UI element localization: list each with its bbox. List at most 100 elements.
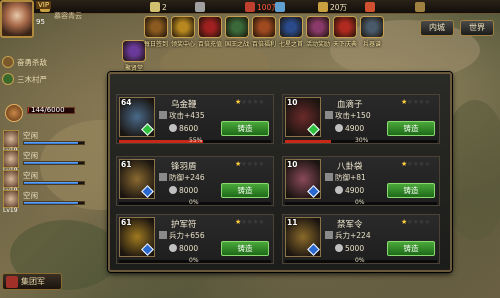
- item-cost: 4900: [335, 186, 364, 195]
- feature-button[interactable]: 七星之首: [277, 16, 305, 52]
- resource-item: [365, 1, 377, 13]
- feature-button[interactable]: 百倍福利: [250, 16, 278, 52]
- troops-text: 144/6000: [31, 106, 65, 114]
- team-bar: [23, 161, 85, 165]
- item-cost: 8000: [169, 244, 198, 253]
- feature-button[interactable]: 每日签到: [142, 16, 170, 52]
- troops-bar: 144/6000: [5, 104, 77, 122]
- forge-button[interactable]: 铸造: [387, 183, 435, 198]
- item-stars: ★★★★★: [401, 218, 430, 226]
- silver-icon: [335, 186, 343, 194]
- feature-button[interactable]: 活动奖励: [304, 16, 332, 52]
- star-icon: ★: [258, 98, 264, 106]
- world-button[interactable]: 世界: [460, 20, 494, 36]
- forge-button[interactable]: 铸造: [387, 121, 435, 136]
- item-level: 64: [121, 98, 132, 107]
- item-cost-value: 8000: [179, 186, 199, 195]
- item-name: 乌金鞭: [171, 100, 197, 110]
- feature-button[interactable]: 天下庆典: [331, 16, 359, 52]
- team-state: 空闲: [23, 131, 38, 140]
- general-portrait: [3, 190, 19, 208]
- team-slot[interactable]: Lv19空闲: [3, 150, 89, 174]
- quest-tracker[interactable]: 奋勇杀敌: [2, 55, 47, 69]
- quest-label: 奋勇杀敌: [17, 57, 47, 67]
- guild-button[interactable]: 集团军: [2, 273, 62, 290]
- item-name: 血滴子: [337, 100, 363, 110]
- tree-tracker[interactable]: 三木村严: [2, 72, 47, 86]
- feature-icon: [279, 16, 303, 38]
- item-stat: 防御+81: [325, 172, 366, 183]
- troops-fill: [28, 108, 30, 113]
- item-level: 11: [287, 218, 298, 227]
- tree-icon: [2, 73, 14, 85]
- item-stars: ★★★★★: [235, 98, 264, 106]
- forge-button[interactable]: 铸造: [221, 121, 269, 136]
- feature-button[interactable]: 领奖中心: [169, 16, 197, 52]
- team-bar-fill: [24, 162, 78, 164]
- item-cost-value: 4900: [345, 124, 365, 133]
- item-stat: 兵力+224: [325, 230, 371, 241]
- item-progress-text: 55%: [189, 137, 203, 144]
- feature-button[interactable]: 百倍充值: [196, 16, 224, 52]
- feature-icon: [306, 16, 330, 38]
- team-bar: [23, 181, 85, 185]
- feature-button[interactable]: 国王之战: [223, 16, 251, 52]
- stat-icon: [325, 231, 333, 239]
- feature-label: 聚贤堂: [124, 65, 143, 72]
- star-icon: ★: [258, 160, 264, 168]
- forge-button[interactable]: 铸造: [387, 241, 435, 256]
- feature-label: 七星之首: [278, 41, 303, 48]
- item-stat-text: 防御+246: [169, 173, 205, 182]
- item-level: 10: [287, 160, 298, 169]
- team-slot[interactable]: Lv19空闲: [3, 190, 89, 214]
- resource-item: 20万: [318, 1, 347, 13]
- item-progress-text: 0%: [355, 257, 365, 264]
- stat-icon: [325, 111, 333, 119]
- feature-icon: [198, 16, 222, 38]
- feature-label: 每日签到: [143, 41, 168, 48]
- item-name: 禁军令: [337, 220, 363, 230]
- item-cost: 4900: [335, 124, 364, 133]
- resource-item: [275, 1, 287, 13]
- item-stat: 攻击+150: [325, 110, 371, 121]
- resource-icon: [318, 2, 328, 12]
- general-portrait: [3, 130, 19, 148]
- feature-label: 活动奖励: [305, 41, 330, 48]
- tree-label: 三木村严: [17, 74, 47, 84]
- item-progress-fill: [285, 140, 331, 143]
- team-state: 空闲: [23, 191, 38, 200]
- resource-item: 100万: [245, 1, 279, 13]
- city-button[interactable]: 内城: [420, 20, 454, 36]
- feature-icon: [360, 16, 384, 38]
- item-progress-text: 30%: [355, 137, 369, 144]
- team-slot[interactable]: Lv19空闲: [3, 130, 89, 154]
- forge-button[interactable]: 铸造: [221, 183, 269, 198]
- resource-item: 2: [150, 1, 167, 13]
- vip-badge[interactable]: VIP: [36, 1, 52, 9]
- item-card: 61 锋羽盾 ★★★★★ 防御+246 8000 铸造 0%: [116, 156, 274, 206]
- item-cost-value: 8600: [179, 124, 199, 133]
- feature-label: 百倍福利: [251, 41, 276, 48]
- resource-icon: [245, 2, 255, 12]
- team-state: 空闲: [23, 151, 38, 160]
- star-icon: ★: [424, 218, 430, 226]
- item-stat-text: 防御+81: [335, 173, 366, 182]
- team-bar: [23, 141, 85, 145]
- silver-icon: [335, 244, 343, 252]
- player-avatar[interactable]: [0, 0, 34, 38]
- item-stat-text: 攻击+150: [335, 111, 371, 120]
- item-name: 护军符: [171, 220, 197, 230]
- feature-icon: [144, 16, 168, 38]
- item-stars: ★★★★★: [401, 98, 430, 106]
- guild-label: 集团军: [21, 277, 45, 286]
- feature-label: 兵器谱: [362, 41, 381, 48]
- forge-button[interactable]: 铸造: [221, 241, 269, 256]
- item-card: 10 血滴子 ★★★★★ 攻击+150 4900 铸造 30%: [282, 94, 440, 144]
- item-card: 64 乌金鞭 ★★★★★ 攻击+435 8600 铸造 55%: [116, 94, 274, 144]
- item-stars: ★★★★★: [235, 160, 264, 168]
- team-slot[interactable]: Lv19空闲: [3, 170, 89, 194]
- item-card: 61 护军符 ★★★★★ 兵力+656 8000 铸造 0%: [116, 214, 274, 264]
- feature-button[interactable]: 兵器谱: [358, 16, 386, 52]
- feature-icon: [252, 16, 276, 38]
- stat-icon: [159, 173, 167, 181]
